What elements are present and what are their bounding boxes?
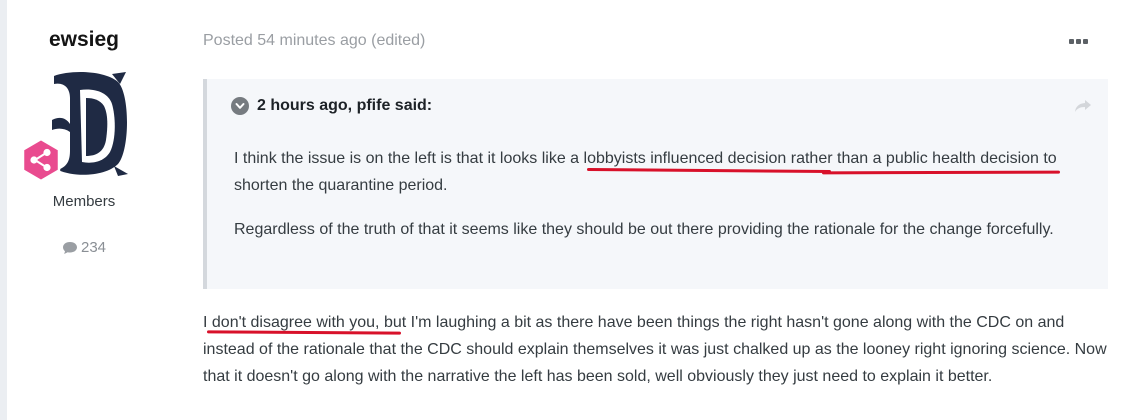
quote-paragraph: Regardless of the truth of that it seems…: [234, 221, 1054, 238]
more-options-button[interactable]: [1069, 34, 1093, 48]
quote-header[interactable]: 2 hours ago, pfife said:: [231, 97, 432, 115]
group-badge: [18, 137, 64, 183]
quote-citation: 2 hours ago, pfife said:: [257, 97, 433, 114]
comment-icon: [62, 241, 77, 254]
share-nodes-icon: [21, 137, 61, 183]
quote-body: I think the issue is on the left is that…: [234, 145, 1094, 260]
highlighted-phrase: I don't disagree with you: [203, 314, 376, 331]
author-name[interactable]: ewsieg: [7, 28, 161, 52]
post-content: I don't disagree with you, but I'm laugh…: [203, 314, 1107, 385]
share-arrow-icon[interactable]: [1074, 99, 1092, 118]
post-count-value: 234: [80, 239, 107, 256]
ellipsis-icon: [1069, 38, 1074, 44]
post-meta[interactable]: Posted 54 minutes ago (edited): [203, 32, 425, 50]
highlighted-phrase: like a lobbyists influenced decision rat…: [541, 150, 976, 167]
quote-block: 2 hours ago, pfife said: I think the iss…: [203, 79, 1108, 289]
member-group: Members: [52, 193, 116, 210]
post-count: 234: [7, 239, 161, 256]
chevron-down-icon[interactable]: [231, 97, 249, 115]
forum-post: ewsieg Members 234 Posted 54 minutes ago…: [7, 0, 1134, 420]
